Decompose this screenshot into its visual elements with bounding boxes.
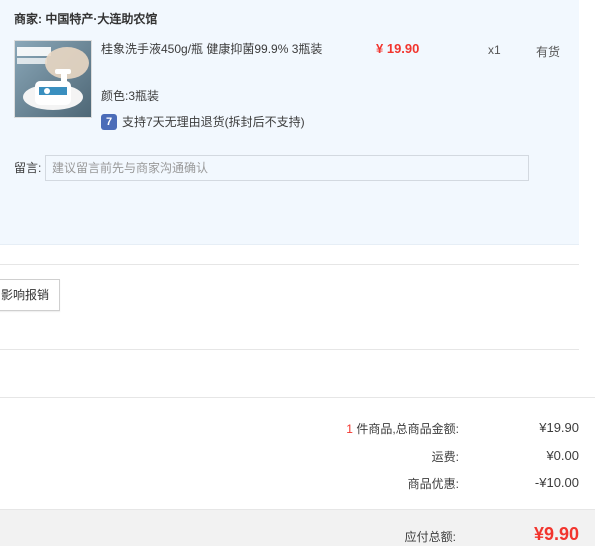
buyer-message-input[interactable] — [45, 155, 529, 181]
divider — [0, 349, 579, 350]
divider — [0, 264, 579, 265]
shop-label: 商家: — [14, 12, 42, 26]
shop-name[interactable]: 中国特产·大连助农馆 — [45, 12, 157, 26]
divider — [0, 397, 595, 398]
return-policy-link[interactable]: 支持7天无理由退货(拆封后不支持) — [122, 113, 305, 130]
seven-day-return-icon: 7 — [101, 113, 117, 130]
shop-line: 商家: 中国特产·大连助农馆 — [14, 10, 157, 27]
shipping-value: ¥0.00 — [546, 448, 579, 463]
count-suffix: 件商品,总商品金额: — [352, 422, 459, 436]
note-label: 留言: — [14, 161, 42, 175]
payable-label: 应付总额: — [404, 530, 456, 544]
shipping-label: 运费: — [431, 450, 459, 464]
sku-info: 颜色:3瓶装 — [101, 89, 160, 103]
goods-total-row: 1 件商品,总商品金额: ¥19.90 — [0, 420, 579, 438]
discount-label: 商品优惠: — [407, 477, 459, 491]
invoice-button[interactable]: 影响报销 — [0, 279, 61, 311]
unit-price: ¥ 19.90 — [376, 41, 420, 56]
payable-value: ¥9.90 — [533, 524, 579, 544]
service-guarantee: 7 支持7天无理由退货(拆封后不支持) — [101, 113, 305, 130]
stock-status: 有货 — [536, 45, 561, 59]
product-image — [15, 41, 91, 117]
shipping-row: 运费: ¥0.00 — [0, 448, 579, 466]
product-thumbnail[interactable] — [14, 40, 92, 118]
goods-total-value: ¥19.90 — [539, 420, 579, 435]
quantity: x1 — [488, 43, 501, 57]
item-count: 1 — [346, 422, 353, 436]
payable-total-bar: 应付总额: ¥9.90 — [0, 509, 595, 546]
goods-total-label: 1 件商品,总商品金额: — [346, 420, 459, 437]
discount-value: -¥10.00 — [534, 475, 579, 490]
order-item-panel: 商家: 中国特产·大连助农馆 桂象洗手液450g/瓶 健康抑菌99.9% 3瓶装… — [0, 0, 579, 245]
discount-row: 商品优惠: -¥10.00 — [0, 475, 579, 493]
product-title[interactable]: 桂象洗手液450g/瓶 健康抑菌99.9% 3瓶装 — [101, 41, 341, 57]
